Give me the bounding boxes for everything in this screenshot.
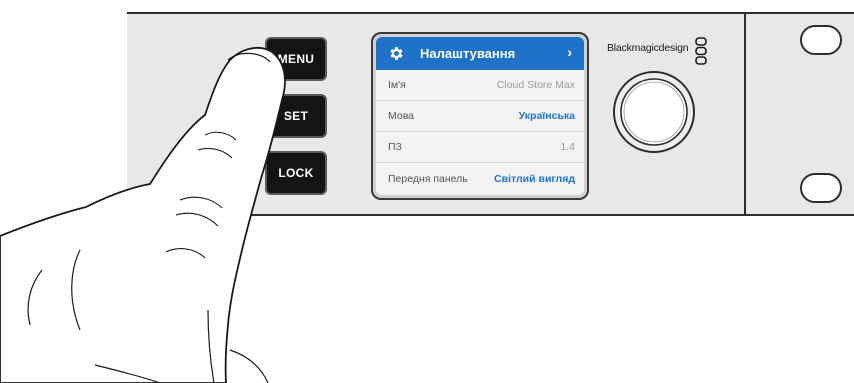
lcd-row-name[interactable]: Ім'я Cloud Store Max [376, 70, 584, 101]
lcd-row-value: Українська [518, 110, 575, 122]
chevron-right-icon[interactable]: › [567, 44, 572, 60]
lcd-row-software[interactable]: ПЗ 1.4 [376, 132, 584, 163]
lcd-row-label: Ім'я [388, 79, 406, 91]
lcd-screen: Налаштування › Ім'я Cloud Store Max Мова… [376, 37, 584, 195]
gear-icon [390, 47, 403, 60]
brand-name: Blackmagicdesign [607, 42, 689, 54]
lcd-row-value: 1.4 [560, 141, 575, 153]
rack-mount-hole-top [800, 25, 842, 55]
lcd-title: Налаштування [420, 46, 516, 61]
menu-button[interactable]: MENU [265, 37, 327, 81]
rotary-knob-icon[interactable] [612, 70, 696, 154]
lcd-row-label: Мова [388, 110, 415, 122]
lcd-row-language[interactable]: Мова Українська [376, 101, 584, 132]
lock-button[interactable]: LOCK [265, 151, 327, 195]
lcd-row-label: Передня панель [388, 172, 468, 185]
set-button[interactable]: SET [265, 94, 327, 138]
lcd-row-value: Cloud Store Max [496, 79, 575, 91]
lcd-row-front-panel[interactable]: Передня панель Світлий вигляд [376, 163, 584, 194]
lcd-row-value: Світлий вигляд [494, 172, 575, 185]
blackmagic-logo-icon [695, 37, 707, 65]
rack-ear-divider [744, 12, 746, 216]
rack-mount-hole-bottom [800, 173, 842, 203]
lcd-header[interactable]: Налаштування › [376, 37, 584, 70]
lcd-row-label: ПЗ [388, 141, 402, 153]
